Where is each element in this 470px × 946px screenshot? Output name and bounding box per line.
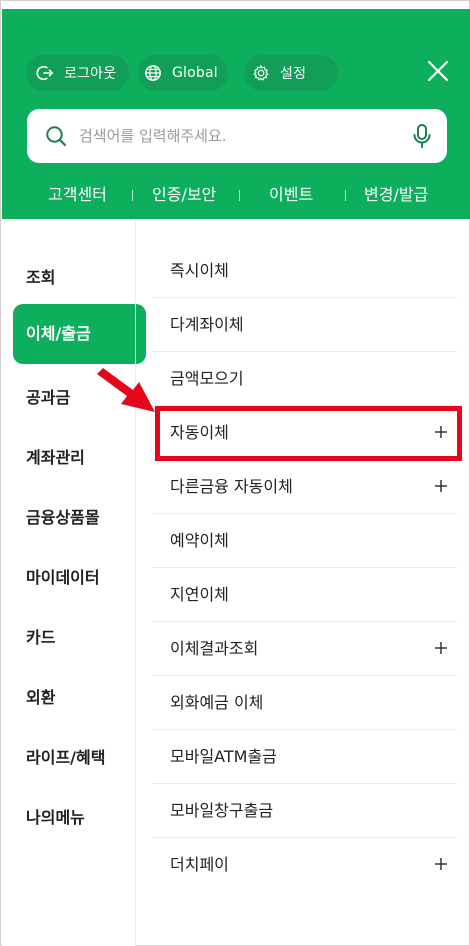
- search-bar: [27, 109, 447, 163]
- quick-link-events[interactable]: 이벤트: [269, 179, 313, 211]
- category-nav: 조회 이체/출금 공과금 계좌관리 금융상품몰 마이데이터 카드 외환 라이프/…: [2, 219, 146, 946]
- search-input[interactable]: [79, 121, 399, 151]
- nav-item-inquiry[interactable]: 조회: [26, 264, 55, 288]
- list-item-label: 모바일ATM출금: [170, 747, 277, 766]
- search-icon[interactable]: [45, 125, 67, 147]
- app-frame: 로그아웃 Global 설정 검색어를 입력해주세요. 고객센터 인증/보안 이…: [0, 0, 470, 946]
- nav-item-mydata[interactable]: 마이데이터: [26, 564, 100, 588]
- logout-button[interactable]: 로그아웃: [26, 55, 129, 91]
- list-item-label: 이체결과조회: [170, 639, 259, 658]
- list-item-label: 다른금융 자동이체: [170, 477, 293, 496]
- global-label: Global: [172, 65, 218, 81]
- list-item[interactable]: 이체결과조회: [152, 622, 457, 676]
- list-item[interactable]: 외화예금 이체: [152, 676, 457, 730]
- microphone-icon[interactable]: [411, 123, 433, 149]
- globe-icon: [145, 65, 161, 81]
- quick-link-separator: [239, 190, 240, 201]
- close-icon[interactable]: [426, 59, 450, 83]
- list-item-label: 다계좌이체: [170, 315, 244, 334]
- nav-item-transfer[interactable]: 이체/출금: [13, 304, 146, 364]
- logout-icon: [36, 65, 54, 81]
- submenu-list: 즉시이체 다계좌이체 금액모으기 자동이체 다른금융 자동이체 예약이체 지연이…: [136, 219, 469, 946]
- quick-link-separator: [345, 190, 346, 201]
- list-item-label: 외화예금 이체: [170, 693, 264, 712]
- list-item-label: 지연이체: [170, 585, 229, 604]
- list-item-label: 즉시이체: [170, 261, 229, 280]
- plus-icon[interactable]: [431, 638, 451, 658]
- quick-link-separator: [132, 190, 133, 201]
- list-item-label: 예약이체: [170, 531, 229, 550]
- list-item[interactable]: 모바일ATM출금: [152, 730, 457, 784]
- list-item[interactable]: 지연이체: [152, 568, 457, 622]
- list-item[interactable]: 다계좌이체: [152, 298, 457, 352]
- nav-item-account[interactable]: 계좌관리: [26, 444, 85, 468]
- nav-item-products[interactable]: 금융상품몰: [26, 504, 100, 528]
- arrow-annotation: [97, 368, 155, 412]
- menu-header: 로그아웃 Global 설정 검색어를 입력해주세요. 고객센터 인증/보안 이…: [2, 9, 470, 219]
- quick-link-issue[interactable]: 변경/발급: [364, 179, 428, 211]
- nav-item-fx[interactable]: 외환: [26, 684, 55, 708]
- list-item[interactable]: 더치페이: [152, 838, 457, 892]
- list-item-label: 금액모으기: [170, 369, 244, 388]
- quick-link-support[interactable]: 고객센터: [48, 179, 107, 211]
- logout-label: 로그아웃: [64, 66, 117, 82]
- list-item[interactable]: 즉시이체: [152, 244, 457, 298]
- plus-icon[interactable]: [431, 854, 451, 874]
- list-item[interactable]: 모바일창구출금: [152, 784, 457, 838]
- quick-links: 고객센터 인증/보안 이벤트 변경/발급: [2, 179, 470, 211]
- settings-button[interactable]: 설정: [244, 55, 338, 91]
- list-item[interactable]: 예약이체: [152, 514, 457, 568]
- list-item[interactable]: 금액모으기: [152, 352, 457, 406]
- settings-label: 설정: [280, 66, 307, 82]
- nav-item-mymenu[interactable]: 나의메뉴: [26, 804, 85, 828]
- plus-icon[interactable]: [431, 476, 451, 496]
- highlight-box: [155, 406, 462, 461]
- global-button[interactable]: Global: [138, 55, 228, 91]
- quick-link-security[interactable]: 인증/보안: [152, 179, 216, 211]
- list-item[interactable]: 다른금융 자동이체: [152, 460, 457, 514]
- nav-item-utility[interactable]: 공과금: [26, 384, 70, 408]
- list-item-label: 더치페이: [170, 855, 229, 874]
- list-item-label: 모바일창구출금: [170, 801, 274, 820]
- nav-item-life[interactable]: 라이프/혜택: [26, 744, 105, 768]
- nav-item-card[interactable]: 카드: [26, 624, 55, 648]
- gear-icon: [253, 65, 269, 81]
